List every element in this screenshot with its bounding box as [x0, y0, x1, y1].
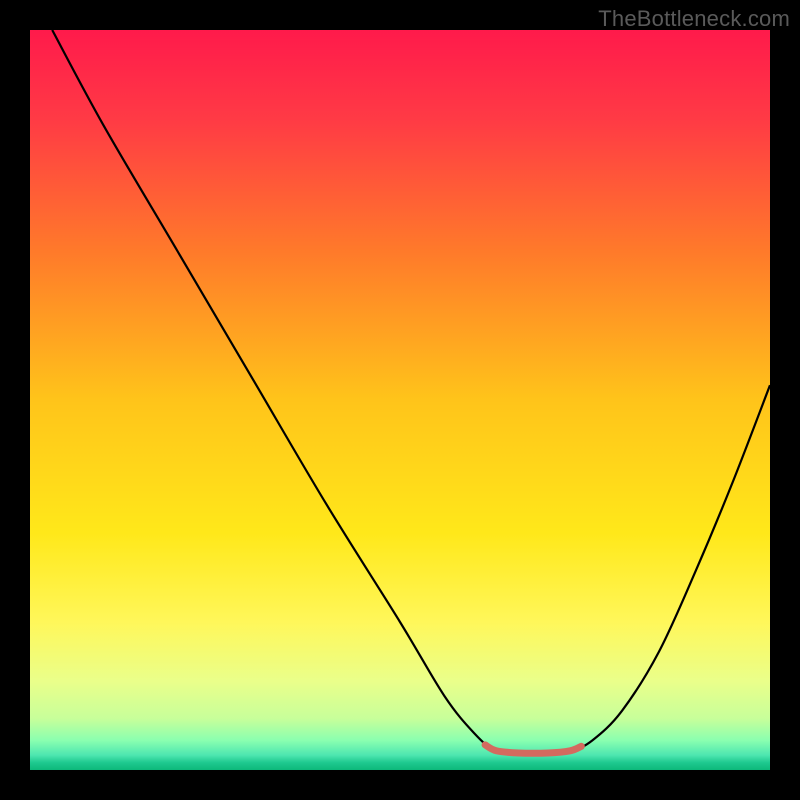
plot-area: [30, 30, 770, 770]
sweet-spot-marker: [485, 745, 581, 753]
chart-container: TheBottleneck.com: [0, 0, 800, 800]
watermark-label: TheBottleneck.com: [598, 6, 790, 32]
chart-lines: [30, 30, 770, 770]
bottleneck-curve: [52, 30, 770, 754]
